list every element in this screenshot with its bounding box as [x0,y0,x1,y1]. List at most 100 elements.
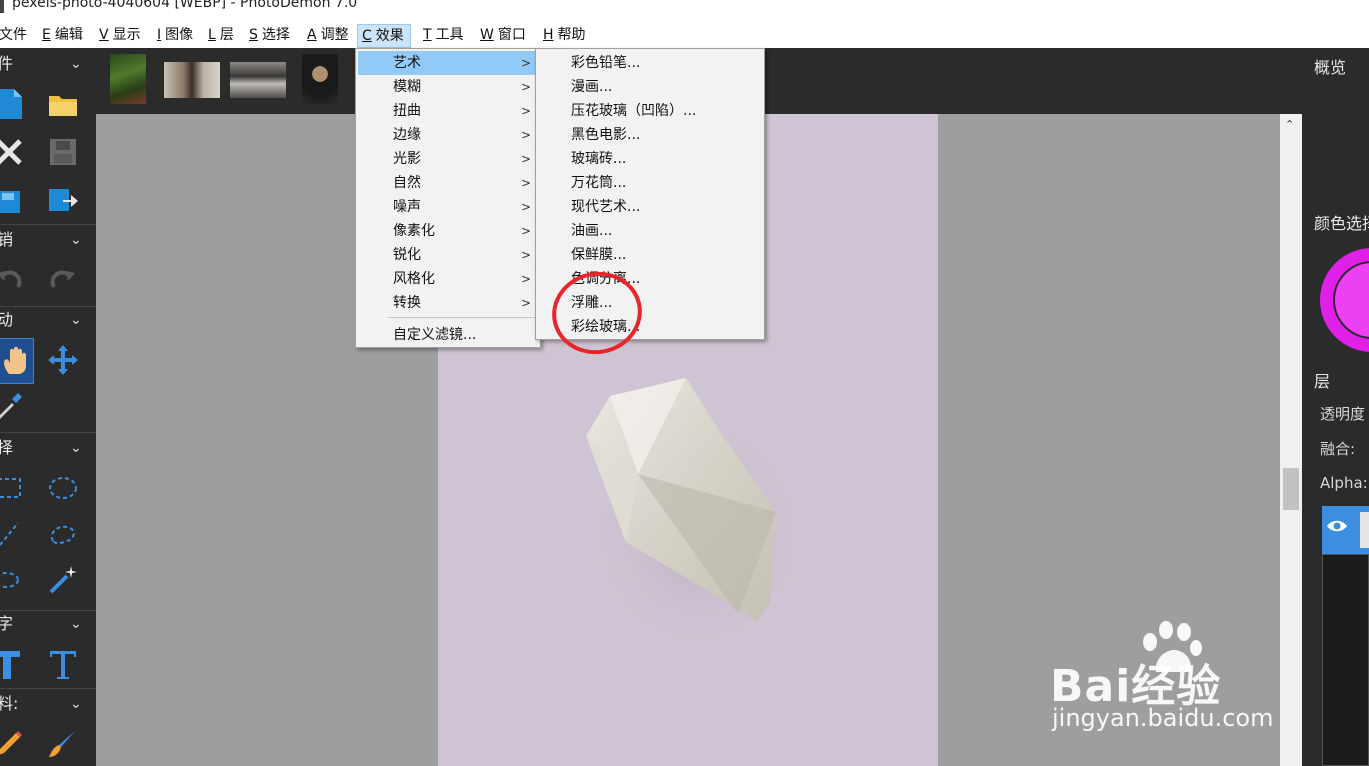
menu-edit[interactable]: E 编辑 [38,24,89,48]
chevron-down-icon[interactable]: ⌄ [70,226,82,254]
image-thumbnail[interactable] [230,62,286,98]
line-select-icon[interactable] [0,514,28,554]
menu-select[interactable]: S 选择 [245,24,296,48]
close-icon[interactable] [0,132,28,172]
effects-menu-item[interactable]: 噪声 > [358,195,538,219]
move-tool-icon[interactable] [44,340,82,380]
section-undo-header[interactable]: 销 ⌄ [0,226,96,254]
layers-label: 层 [1314,372,1331,391]
effects-menu-item[interactable]: 锐化 > [358,243,538,267]
submenu-arrow-icon: > [521,80,532,94]
section-move-label: 动 [0,310,14,329]
effects-menu-dropdown: 自定义滤镜... 艺术 > 模糊 > 扭曲 > 边缘 > 光影 > 自然 > 噪声 > 像素化 > 锐化 > 风格化… [355,48,541,348]
layer-row[interactable] [1322,506,1369,554]
color-selector-label: 颜色选择 [1314,214,1369,233]
eyedropper-icon[interactable] [0,386,28,426]
color-wheel[interactable] [1320,244,1369,354]
polygon-select-icon[interactable] [0,560,28,600]
ellipse-select-icon[interactable] [44,468,82,508]
custom-filter-item[interactable]: 自定义滤镜... [358,323,538,347]
magic-wand-icon[interactable] [44,560,82,600]
menu-item-label: 自然 [393,175,421,191]
menu-window[interactable]: W 窗口 [476,24,532,48]
artistic-submenu-item[interactable]: 彩色铅笔... [571,51,640,75]
section-move-header[interactable]: 动 ⌄ [0,306,96,334]
export-icon[interactable] [44,180,82,220]
text-tool-icon[interactable] [0,644,26,684]
artistic-submenu-item[interactable]: 压花玻璃（凹陷）... [571,99,696,123]
chevron-down-icon[interactable]: ⌄ [70,306,82,334]
submenu-arrow-icon: > [521,176,532,190]
opacity-label: 透明度 [1320,405,1366,423]
menu-image[interactable]: I 图像 [153,24,199,48]
effects-menu-item[interactable]: 像素化 > [358,219,538,243]
submenu-arrow-icon: > [521,104,532,118]
artistic-submenu-item[interactable]: 现代艺术... [571,195,640,219]
effects-menu-item[interactable]: 风格化 > [358,267,538,291]
save-icon[interactable] [44,132,82,172]
paintbrush-icon[interactable] [44,724,82,764]
menu-label: 选择 [261,27,290,43]
artistic-submenu-item[interactable]: 保鲜膜... [571,243,626,267]
menu-accelerator-key: T [423,27,432,43]
effects-menu-item[interactable]: 艺术 > [358,51,538,75]
undo-icon[interactable] [0,260,28,300]
artistic-submenu-item[interactable]: 油画... [571,219,612,243]
title-bar: pexels-photo-4040604 [WEBP] - PhotoDemon… [0,0,1369,14]
hand-tool-icon[interactable] [0,338,34,384]
menu-label: 层 [219,27,234,43]
pencil-icon[interactable] [0,724,28,764]
menu-adjust[interactable]: A 调整 [303,24,355,48]
section-paint-header[interactable]: 料: ⌄ [0,690,96,718]
scrollbar-thumb[interactable] [1283,468,1299,510]
save-copy-icon[interactable] [0,180,28,220]
app-icon [0,0,4,13]
effects-menu-item[interactable]: 边缘 > [358,123,538,147]
menu-effects[interactable]: C 效果 [357,24,411,48]
artistic-submenu-item[interactable]: 玻璃砖... [571,147,626,171]
layer-thumbnail[interactable] [1360,512,1369,548]
new-file-icon[interactable] [0,84,28,124]
artistic-submenu-item[interactable]: 黑色电影... [571,123,640,147]
menu-label: 工具 [435,27,464,43]
menu-item-label: 艺术 [393,55,421,71]
effects-menu-item[interactable]: 扭曲 > [358,99,538,123]
scroll-up-icon[interactable]: ⌃ [1285,118,1294,131]
image-thumbnail[interactable] [110,54,146,104]
image-thumbnail[interactable] [164,62,220,98]
artistic-submenu-item[interactable]: 漫画... [571,75,612,99]
typography-tool-icon[interactable] [44,644,82,684]
chevron-down-icon[interactable]: ⌄ [70,610,82,638]
chevron-down-icon[interactable]: ⌄ [70,50,82,78]
chevron-down-icon[interactable]: ⌄ [70,434,82,462]
effects-menu-item[interactable]: 光影 > [358,147,538,171]
section-select-header[interactable]: 择 ⌄ [0,434,96,462]
menu-accelerator-key: L [208,27,216,43]
open-folder-icon[interactable] [44,84,82,124]
menu-view[interactable]: V 显示 [95,24,147,48]
section-file-header[interactable]: 件 ⌄ [0,50,96,78]
menu-item-label: 像素化 [393,223,435,239]
image-thumbnail[interactable] [302,54,338,104]
menu-accelerator-key: I [157,27,162,43]
menu-item-label: 锐化 [393,247,421,263]
effects-menu-item[interactable]: 自然 > [358,171,538,195]
redo-icon[interactable] [44,260,82,300]
menu-item-label: 光影 [393,151,421,167]
menu-layer[interactable]: L层 [204,24,240,48]
watermark-url: jingyan.baidu.com [1052,704,1274,732]
menu-file[interactable]: 文件 [0,24,33,48]
artistic-submenu-item[interactable]: 万花筒... [571,171,626,195]
chevron-down-icon[interactable]: ⌄ [70,690,82,718]
layer-list[interactable] [1322,554,1369,766]
baidu-watermark: Bai经验 jingyan.baidu.com [1050,620,1310,740]
effects-menu-item[interactable]: 模糊 > [358,75,538,99]
lasso-select-icon[interactable] [44,514,82,554]
section-text-header[interactable]: 字 ⌄ [0,610,96,638]
menu-accelerator-key: V [99,27,109,43]
menu-help[interactable]: H 帮助 [539,24,592,48]
effects-menu-item[interactable]: 转换 > [358,291,538,315]
eye-icon[interactable] [1326,518,1348,534]
rect-select-icon[interactable] [0,468,28,508]
menu-tools[interactable]: T 工具 [419,24,470,48]
